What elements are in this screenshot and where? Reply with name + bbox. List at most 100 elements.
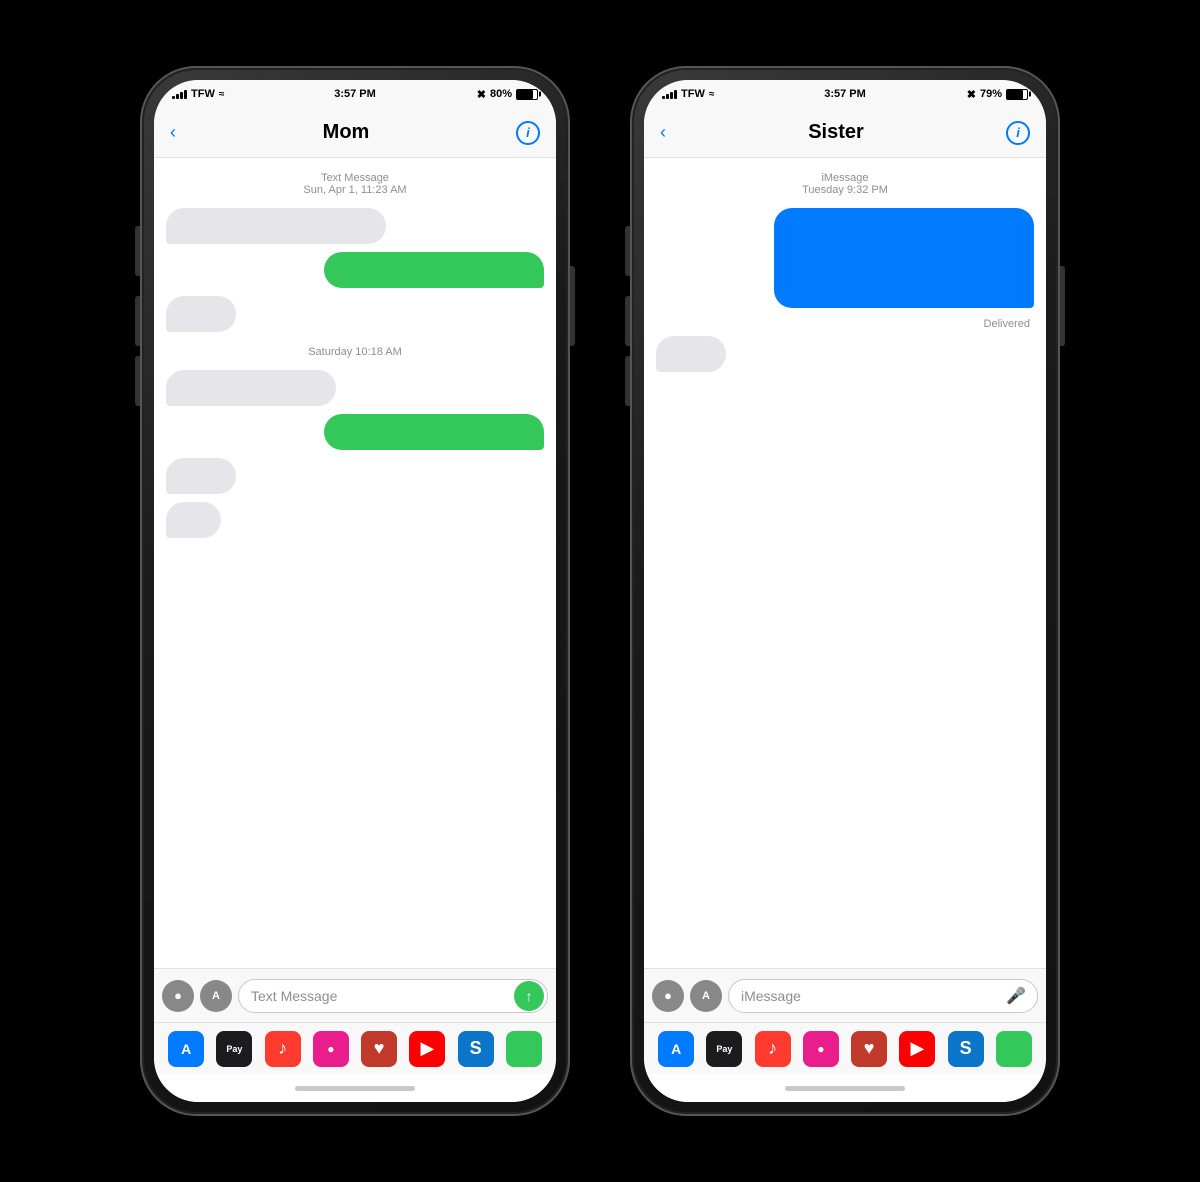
bluetooth-icon-2: ✖: [967, 88, 976, 101]
dock-apple-pay-1[interactable]: Pay: [216, 1031, 252, 1067]
time-1: 3:57 PM: [334, 88, 376, 100]
messages-area-2: iMessageTuesday 9:32 PM Delivered: [644, 158, 1046, 968]
input-bar-2: ● A iMessage 🎤: [644, 968, 1046, 1022]
battery-pct-1: 80%: [490, 88, 512, 100]
chevron-left-icon-2: ‹: [660, 122, 666, 143]
carrier-1: TFW: [191, 88, 215, 100]
message-row-7: [166, 502, 544, 538]
message-row-4: [166, 370, 544, 406]
home-bar-2: [785, 1086, 905, 1091]
wifi-icon-1: ≈: [219, 89, 225, 100]
home-bar-1: [295, 1086, 415, 1091]
nav-bar-2: ‹ Sister i: [644, 108, 1046, 158]
bubble-outgoing-blue-1: [774, 208, 1034, 308]
dock-search-2[interactable]: ●: [803, 1031, 839, 1067]
app-dock-2: A Pay ♪ ● ♥ ▶ S: [644, 1022, 1046, 1074]
contact-name-2: Sister: [808, 121, 864, 144]
dock-apple-pay-2[interactable]: Pay: [706, 1031, 742, 1067]
dock-music-1[interactable]: ♪: [265, 1031, 301, 1067]
wifi-icon-2: ≈: [709, 89, 715, 100]
camera-icon-1: ●: [174, 988, 182, 1003]
bubble-incoming-4: [166, 458, 236, 494]
app-button-1[interactable]: A: [200, 980, 232, 1012]
nav-bar-1: ‹ Mom i: [154, 108, 556, 158]
shazam-icon-1: S: [470, 1038, 482, 1059]
dock-extra-2[interactable]: [996, 1031, 1032, 1067]
message-row-6: [166, 458, 544, 494]
status-right-2: ✖ 79%: [967, 88, 1028, 101]
bubble-incoming-1: [166, 208, 386, 244]
youtube-icon-1: ▶: [420, 1038, 434, 1059]
apple-pay-icon-2: Pay: [716, 1044, 732, 1054]
apple-pay-icon-1: Pay: [226, 1044, 242, 1054]
back-button-2[interactable]: ‹: [660, 122, 666, 143]
signal-icon-2: [662, 89, 677, 99]
dock-shazam-1[interactable]: S: [458, 1031, 494, 1067]
dock-shazam-2[interactable]: S: [948, 1031, 984, 1067]
bubble-incoming-2: [166, 296, 236, 332]
back-button-1[interactable]: ‹: [170, 122, 176, 143]
dock-app-store-1[interactable]: A: [168, 1031, 204, 1067]
mic-button-2[interactable]: 🎤: [1001, 981, 1031, 1011]
youtube-icon-2: ▶: [910, 1038, 924, 1059]
info-button-1[interactable]: i: [516, 121, 540, 145]
app-store-dock-icon-1: A: [181, 1041, 191, 1057]
battery-icon-1: [516, 89, 538, 100]
timestamp-1: Text MessageSun, Apr 1, 11:23 AM: [166, 172, 544, 196]
dock-extra-1[interactable]: [506, 1031, 542, 1067]
search-dock-icon-2: ●: [817, 1042, 824, 1056]
bubble-outgoing-2: [324, 414, 544, 450]
input-placeholder-1: Text Message: [251, 988, 337, 1004]
info-icon-1: i: [526, 125, 530, 140]
carrier-2: TFW: [681, 88, 705, 100]
message-input-2[interactable]: iMessage 🎤: [728, 979, 1038, 1013]
dock-hearts-2[interactable]: ♥: [851, 1031, 887, 1067]
phone-shell-1: TFW ≈ 3:57 PM ✖ 80% ‹ Mom: [140, 66, 570, 1116]
battery-pct-2: 79%: [980, 88, 1002, 100]
battery-icon-2: [1006, 89, 1028, 100]
dock-youtube-2[interactable]: ▶: [899, 1031, 935, 1067]
chevron-left-icon-1: ‹: [170, 122, 176, 143]
status-right-1: ✖ 80%: [477, 88, 538, 101]
timestamp-3: iMessageTuesday 9:32 PM: [656, 172, 1034, 196]
phone-screen-2: TFW ≈ 3:57 PM ✖ 79% ‹ Sister: [644, 80, 1046, 1102]
dock-app-store-2[interactable]: A: [658, 1031, 694, 1067]
phone-screen-1: TFW ≈ 3:57 PM ✖ 80% ‹ Mom: [154, 80, 556, 1102]
status-bar-2: TFW ≈ 3:57 PM ✖ 79%: [644, 80, 1046, 108]
message-row-3: [166, 296, 544, 332]
message-row-8: [656, 208, 1034, 308]
timestamp-2: Saturday 10:18 AM: [166, 346, 544, 358]
bubble-incoming-3: [166, 370, 336, 406]
message-row-1: [166, 208, 544, 244]
app-store-icon-2: A: [702, 990, 710, 1002]
signal-icon-1: [172, 89, 187, 99]
app-store-icon-1: A: [212, 990, 220, 1002]
message-input-1[interactable]: Text Message ↑: [238, 979, 548, 1013]
info-icon-2: i: [1016, 125, 1020, 140]
info-button-2[interactable]: i: [1006, 121, 1030, 145]
dock-youtube-1[interactable]: ▶: [409, 1031, 445, 1067]
time-2: 3:57 PM: [824, 88, 866, 100]
bluetooth-icon-1: ✖: [477, 88, 486, 101]
dock-search-1[interactable]: ●: [313, 1031, 349, 1067]
send-button-1[interactable]: ↑: [514, 981, 544, 1011]
camera-button-1[interactable]: ●: [162, 980, 194, 1012]
music-icon-1: ♪: [278, 1038, 287, 1059]
camera-button-2[interactable]: ●: [652, 980, 684, 1012]
contact-name-1: Mom: [323, 121, 370, 144]
input-placeholder-2: iMessage: [741, 988, 801, 1004]
phone-1: TFW ≈ 3:57 PM ✖ 80% ‹ Mom: [140, 66, 570, 1116]
status-left-2: TFW ≈: [662, 88, 714, 100]
home-indicator-2: [644, 1074, 1046, 1102]
app-button-2[interactable]: A: [690, 980, 722, 1012]
input-bar-1: ● A Text Message ↑: [154, 968, 556, 1022]
search-dock-icon-1: ●: [327, 1042, 334, 1056]
send-icon-1: ↑: [526, 988, 533, 1004]
phone-shell-2: TFW ≈ 3:57 PM ✖ 79% ‹ Sister: [630, 66, 1060, 1116]
bubble-incoming-5: [166, 502, 221, 538]
phone-2: TFW ≈ 3:57 PM ✖ 79% ‹ Sister: [630, 66, 1060, 1116]
dock-hearts-1[interactable]: ♥: [361, 1031, 397, 1067]
message-row-2: [166, 252, 544, 288]
dock-music-2[interactable]: ♪: [755, 1031, 791, 1067]
message-row-9: [656, 336, 1034, 372]
